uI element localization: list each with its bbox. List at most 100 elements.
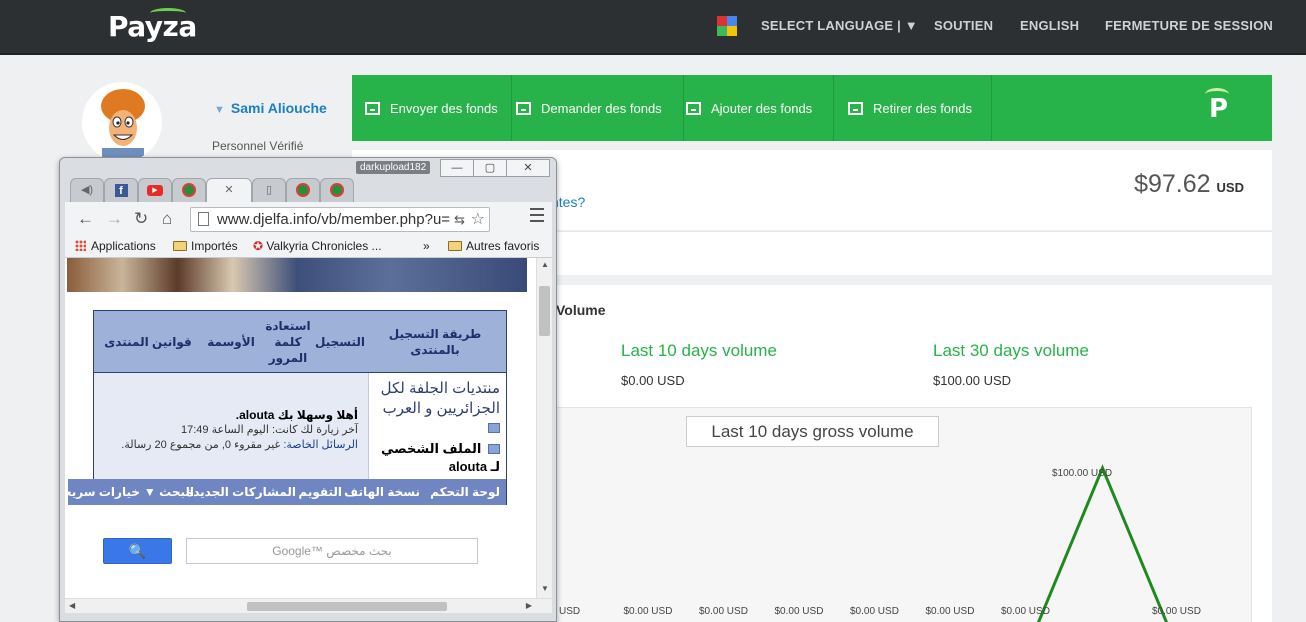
data-label: USD bbox=[559, 606, 581, 617]
data-label: $0.00 USD bbox=[1152, 606, 1201, 617]
bookmark-apps[interactable]: Applications bbox=[75, 239, 156, 253]
last-visit: آخر زيارة لك كانت: اليوم الساعة 17:49 bbox=[181, 424, 358, 437]
english-link[interactable]: ENGLISH bbox=[1020, 18, 1079, 33]
forum-header-links: طريقة التسجيل بالمنتدى التسجيل استعادة ك… bbox=[94, 311, 506, 373]
page-viewport: طريقة التسجيل بالمنتدى التسجيل استعادة ك… bbox=[65, 258, 552, 613]
data-label: $0.00 USD bbox=[623, 606, 673, 617]
vertical-scroll-thumb[interactable] bbox=[539, 286, 550, 336]
tab-youtube[interactable]: ▶ bbox=[138, 178, 172, 202]
close-window-button[interactable]: ✕ bbox=[506, 159, 550, 177]
folder-icon bbox=[448, 241, 462, 251]
tab-close-icon[interactable]: ✕ bbox=[224, 184, 233, 196]
bookmark-valkyria[interactable]: ✪ Valkyria Chronicles ... bbox=[253, 239, 382, 253]
window-controls: — ▢ ✕ bbox=[440, 159, 550, 177]
withdraw-funds-label: Retirer des fonds bbox=[873, 100, 972, 116]
horizontal-scrollbar[interactable]: ◀ ▶ bbox=[65, 598, 552, 613]
reload-icon[interactable]: ↻ bbox=[134, 209, 148, 229]
bookmarks-overflow[interactable]: » bbox=[423, 239, 430, 253]
tab-facebook[interactable]: f bbox=[104, 178, 138, 202]
request-funds-button[interactable]: Demander des fonds bbox=[512, 75, 684, 141]
bookmark-other-label: Autres favoris bbox=[466, 239, 540, 253]
nav-new-posts[interactable]: المشاركات الجديدة bbox=[186, 485, 296, 499]
search-button[interactable]: 🔍 bbox=[103, 538, 172, 564]
search-input[interactable]: Google™ بحث مخصص bbox=[186, 538, 478, 564]
username-menu[interactable]: ▼ Sami Aliouche bbox=[214, 100, 327, 116]
back-arrow-icon[interactable]: ← bbox=[77, 209, 94, 229]
forum-nav-bar: لوحة التحكم نسخة الهاتف التقويم المشاركا… bbox=[68, 479, 506, 505]
select-language-dropdown[interactable]: SELECT LANGUAGE | ▼ bbox=[761, 18, 918, 33]
request-icon bbox=[516, 101, 531, 115]
logout-link[interactable]: FERMETURE DE SESSION bbox=[1105, 18, 1273, 33]
tab-active[interactable]: ✕ bbox=[206, 178, 252, 202]
tab-djelfa-2[interactable] bbox=[286, 178, 320, 202]
send-icon bbox=[365, 101, 380, 115]
recover-password-link[interactable]: استعادة كلمة المرور bbox=[265, 311, 310, 373]
nav-mobile[interactable]: نسخة الهاتف bbox=[344, 485, 420, 499]
forum-home-icon bbox=[488, 423, 500, 433]
tab-djelfa-1[interactable] bbox=[172, 178, 206, 202]
minimize-button[interactable]: — bbox=[440, 159, 474, 177]
register-link[interactable]: التسجيل bbox=[314, 311, 366, 373]
tab-djelfa-3[interactable] bbox=[320, 178, 354, 202]
bookmark-valkyria-label: Valkyria Chronicles ... bbox=[266, 239, 382, 253]
nav-control-panel[interactable]: لوحة التحكم bbox=[430, 485, 500, 499]
vertical-scrollbar[interactable]: ▲ ▼ bbox=[536, 258, 552, 598]
forum-rules-link[interactable]: قوانين المنتدى bbox=[100, 311, 196, 373]
browser-toolbar: ← → ↻ ⌂ www.djelfa.info/vb/member.php?u=… bbox=[65, 202, 552, 236]
forum-title-box: منتديات الجلفة لكل الجزائريين و العرب ال… bbox=[368, 373, 506, 479]
page-icon bbox=[198, 212, 209, 226]
google-translate-icon[interactable] bbox=[717, 16, 737, 36]
scroll-down-icon[interactable]: ▼ bbox=[541, 584, 549, 593]
bookmarks-bar: Applications Importés ✪ Valkyria Chronic… bbox=[65, 236, 552, 258]
profile-heading: الملف الشخصي لـ alouta bbox=[375, 440, 500, 476]
profile-tag[interactable]: darkupload182 bbox=[356, 161, 431, 174]
scroll-right-icon[interactable]: ▶ bbox=[526, 601, 532, 610]
send-funds-button[interactable]: Envoyer des fonds bbox=[352, 75, 512, 141]
bookmark-star-icon[interactable]: ☆ bbox=[471, 208, 485, 231]
withdraw-funds-button[interactable]: Retirer des fonds bbox=[834, 75, 992, 141]
chrome-menu-icon[interactable] bbox=[530, 208, 544, 222]
data-label: $0.00 USD bbox=[850, 606, 899, 617]
logo-swoosh-icon bbox=[150, 8, 186, 18]
private-messages-count: غير مقروء 0, من مجموع 20 رسالة. bbox=[121, 439, 281, 452]
nav-calendar[interactable]: التقويم bbox=[298, 485, 342, 499]
last30-value: $100.00 USD bbox=[933, 373, 1012, 388]
forum-banner bbox=[67, 258, 527, 292]
add-funds-button[interactable]: Ajouter des fonds bbox=[684, 75, 834, 141]
data-label: $0.00 USD bbox=[699, 606, 748, 617]
payza-p-icon: P bbox=[1204, 88, 1230, 124]
forward-arrow-icon[interactable]: → bbox=[106, 209, 123, 229]
avatar[interactable] bbox=[82, 82, 162, 162]
welcome-message: أهلا وسهلا بك alouta. bbox=[235, 408, 358, 422]
support-link[interactable]: SOUTIEN bbox=[934, 18, 993, 33]
address-bar[interactable]: www.djelfa.info/vb/member.php?u= ⇆ ☆ bbox=[190, 207, 490, 232]
forum-site-title[interactable]: منتديات الجلفة لكل الجزائريين و العرب bbox=[381, 380, 500, 417]
nav-search[interactable]: البحث ▼ bbox=[144, 485, 194, 499]
maximize-button[interactable]: ▢ bbox=[473, 159, 507, 177]
balance-currency: USD bbox=[1216, 180, 1244, 195]
speaker-icon: ◀) bbox=[80, 184, 94, 196]
registration-method-link[interactable]: طريقة التسجيل بالمنتدى bbox=[368, 311, 502, 373]
tab-strip: ◀) f ▶ ✕ ▯ bbox=[70, 178, 550, 202]
horizontal-scroll-thumb[interactable] bbox=[247, 602, 447, 611]
medals-link[interactable]: الأوسمة bbox=[202, 311, 260, 373]
home-icon[interactable]: ⌂ bbox=[162, 209, 172, 229]
welcome-info: أهلا وسهلا بك alouta. آخر زيارة لك كانت:… bbox=[96, 407, 358, 453]
tab-blank[interactable]: ▯ bbox=[252, 178, 286, 202]
bookmark-other[interactable]: Autres favoris bbox=[448, 239, 539, 253]
scroll-up-icon[interactable]: ▲ bbox=[541, 260, 549, 269]
balance-amount: $97.62 USD bbox=[1134, 170, 1244, 199]
forum-panel: طريقة التسجيل بالمنتدى التسجيل استعادة ك… bbox=[68, 310, 507, 505]
tab-audio[interactable]: ◀) bbox=[70, 178, 104, 202]
djelfa-icon bbox=[296, 183, 310, 198]
djelfa-icon bbox=[182, 183, 196, 198]
bookmark-imported[interactable]: Importés bbox=[173, 239, 238, 253]
private-messages-link[interactable]: الرسائل الخاصة: bbox=[283, 439, 358, 451]
chevron-down-icon: ▼ bbox=[214, 104, 225, 116]
add-funds-label: Ajouter des fonds bbox=[711, 100, 813, 116]
translate-icon[interactable]: ⇆ bbox=[454, 208, 465, 231]
bookmark-apps-label: Applications bbox=[91, 239, 156, 253]
nav-quick-options[interactable]: خيارات سريعة bbox=[68, 485, 140, 499]
profile-heading-text: الملف الشخصي لـ alouta bbox=[381, 440, 500, 474]
scroll-left-icon[interactable]: ◀ bbox=[69, 601, 75, 610]
